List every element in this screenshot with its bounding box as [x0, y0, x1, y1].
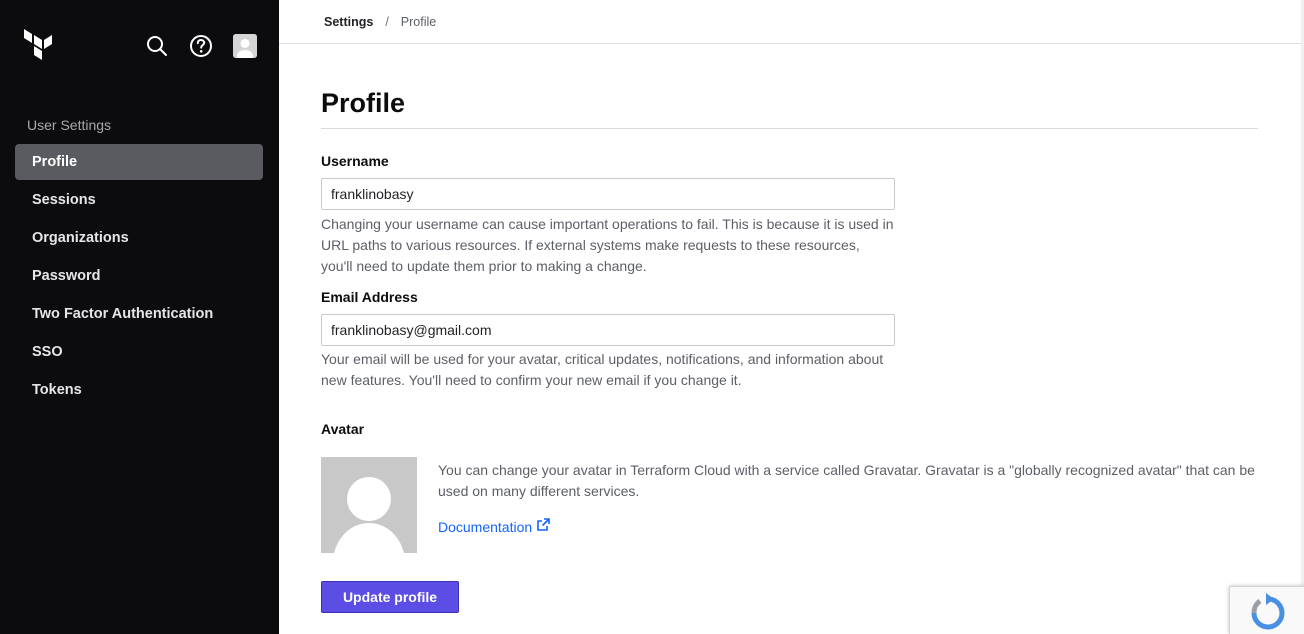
- sidebar-item-profile[interactable]: Profile: [15, 144, 263, 180]
- email-label: Email Address: [321, 289, 418, 305]
- email-input[interactable]: [321, 314, 895, 346]
- search-icon[interactable]: [145, 34, 169, 58]
- sidebar-nav: Profile Sessions Organizations Password …: [15, 144, 263, 410]
- sidebar-item-organizations[interactable]: Organizations: [15, 220, 263, 256]
- avatar-description: You can change your avatar in Terraform …: [438, 462, 1255, 499]
- breadcrumb-settings-link[interactable]: Settings: [324, 15, 373, 29]
- breadcrumb-current: Profile: [400, 14, 437, 29]
- documentation-link[interactable]: Documentation: [438, 518, 550, 535]
- sidebar-section-title: User Settings: [27, 117, 112, 133]
- documentation-link-label: Documentation: [438, 518, 533, 535]
- user-avatar-icon[interactable]: [233, 34, 257, 58]
- sidebar-item-sso[interactable]: SSO: [15, 334, 263, 370]
- email-help-text: Your email will be used for your avatar,…: [321, 351, 884, 388]
- sidebar-item-sessions[interactable]: Sessions: [15, 182, 263, 218]
- external-link-icon: [536, 518, 550, 535]
- recaptcha-icon: [1251, 593, 1285, 630]
- page-title: Profile: [321, 88, 406, 118]
- sidebar-item-password[interactable]: Password: [15, 258, 263, 294]
- username-label: Username: [321, 153, 389, 169]
- breadcrumb-separator: /: [385, 14, 389, 29]
- help-icon[interactable]: [189, 34, 213, 58]
- username-input[interactable]: [321, 178, 895, 210]
- update-profile-button[interactable]: Update profile: [321, 581, 459, 613]
- terraform-logo-icon[interactable]: [22, 26, 56, 64]
- recaptcha-badge[interactable]: [1229, 586, 1304, 634]
- sidebar: User Settings Profile Sessions Organizat…: [0, 0, 279, 634]
- sidebar-item-tokens[interactable]: Tokens: [15, 372, 263, 408]
- username-help-text: Changing your username can cause importa…: [321, 216, 894, 274]
- sidebar-item-two-factor-authentication[interactable]: Two Factor Authentication: [15, 296, 263, 332]
- title-divider: [321, 128, 1258, 129]
- breadcrumb: Settings / Profile: [279, 0, 1304, 44]
- avatar-label: Avatar: [321, 421, 365, 437]
- avatar-image: [321, 457, 417, 553]
